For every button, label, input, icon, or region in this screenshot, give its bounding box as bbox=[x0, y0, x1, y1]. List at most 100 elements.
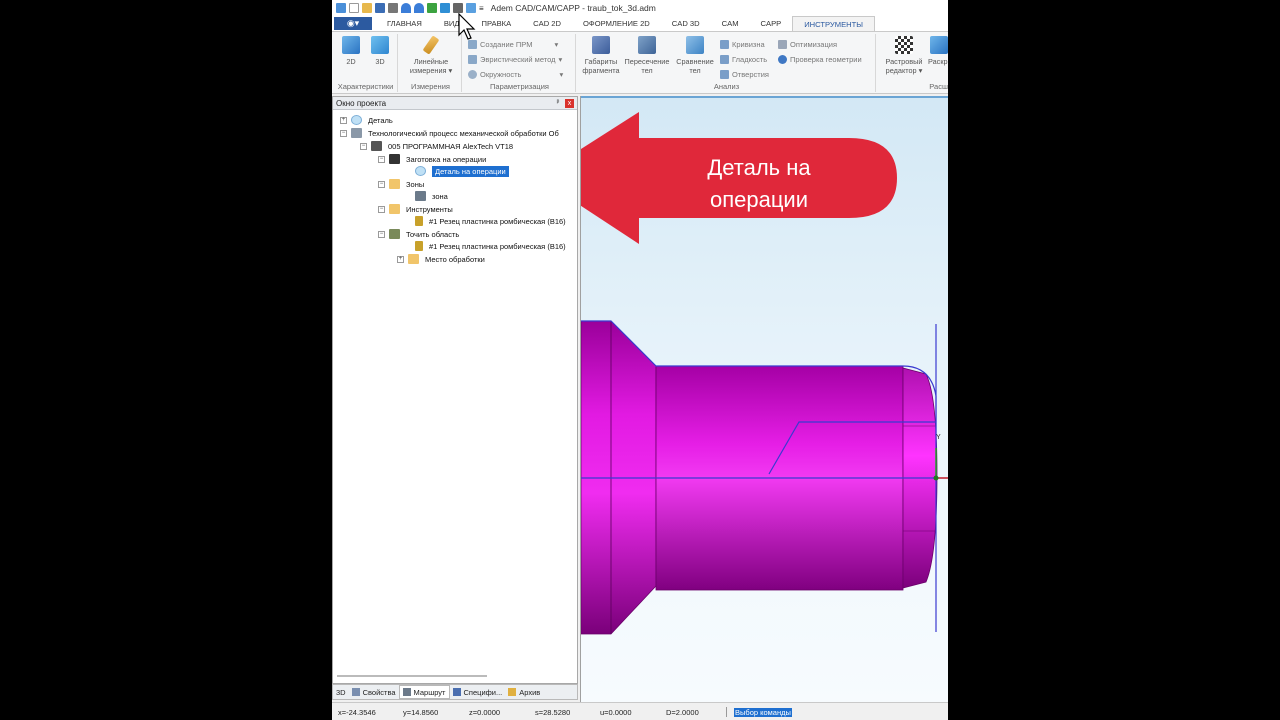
tree-node-operation[interactable]: − 005 ПРОГРАММНАЯ AlexTech VT18 bbox=[360, 140, 513, 152]
tab-capp[interactable]: CAPP bbox=[750, 16, 793, 31]
status-separator bbox=[726, 707, 727, 717]
body-compare-button[interactable]: Сравнение тел bbox=[672, 36, 718, 75]
render-icon[interactable] bbox=[453, 3, 463, 13]
char-2d-button[interactable]: 2D bbox=[340, 36, 362, 66]
blank-icon bbox=[389, 154, 400, 164]
optimization-button[interactable]: Оптимизация bbox=[778, 38, 837, 50]
tab-cad3d[interactable]: CAD 3D bbox=[661, 16, 711, 31]
new-file-icon[interactable] bbox=[349, 3, 359, 13]
expand-icon[interactable]: + bbox=[340, 116, 347, 124]
ribbon: 2D 3D Характеристики Линейные измерения … bbox=[332, 32, 948, 94]
curvature-button[interactable]: Кривизна bbox=[720, 38, 765, 50]
group-measurements-label: Измерения bbox=[411, 82, 450, 91]
group-parametrization-label: Параметризация bbox=[490, 82, 549, 91]
tree-node-detail[interactable]: + Деталь bbox=[340, 114, 393, 126]
tree-node-machining-place[interactable]: + Место обработки bbox=[397, 253, 485, 265]
machine-icon bbox=[371, 141, 382, 151]
status-z: z=0.0000 bbox=[469, 708, 501, 717]
body-intersection-button[interactable]: Пересечение тел bbox=[622, 36, 672, 75]
undo-icon[interactable] bbox=[401, 3, 411, 13]
tab-3d[interactable]: 3D bbox=[333, 685, 349, 699]
tree-node-blank[interactable]: − Заготовка на операции bbox=[378, 153, 486, 165]
collapse-icon[interactable]: − bbox=[378, 155, 385, 163]
pin-icon[interactable]: ᵖ bbox=[554, 99, 562, 107]
tree-node-zones[interactable]: − Зоны bbox=[378, 178, 424, 190]
panel-bottom-tabs: 3D Свойства Маршрут Специфи... Архив bbox=[332, 684, 578, 700]
process-icon bbox=[351, 128, 362, 138]
tab-drafting2d[interactable]: ОФОРМЛЕНИЕ 2D bbox=[572, 16, 661, 31]
quick-access-menu-icon[interactable]: ≡ bbox=[479, 4, 484, 13]
group-analysis-label: Анализ bbox=[713, 82, 740, 91]
tab-archive[interactable]: Архив bbox=[505, 685, 543, 699]
horizontal-scrollbar[interactable] bbox=[337, 675, 487, 677]
status-y: y=14.8560 bbox=[403, 708, 439, 717]
body-intersection-icon bbox=[638, 36, 656, 54]
raster-editor-icon bbox=[895, 36, 913, 54]
route-icon bbox=[402, 688, 411, 696]
project-panel-header: Окно проекта ᵖ x bbox=[333, 97, 577, 110]
raster-editor-button[interactable]: Растровый редактор ▾ bbox=[880, 36, 928, 75]
status-u: u=0.0000 bbox=[600, 708, 632, 717]
viewport-3d[interactable]: Y Деталь на операции bbox=[580, 96, 948, 702]
mouse-cursor-icon bbox=[458, 13, 476, 40]
heuristic-method-button[interactable]: Эвристический метод ▾ bbox=[468, 53, 562, 65]
create-prm-button[interactable]: Создание ПРМ ▾ bbox=[468, 38, 558, 50]
cut-icon bbox=[930, 36, 948, 54]
collapse-icon[interactable]: − bbox=[360, 142, 367, 150]
tab-home[interactable]: ГЛАВНАЯ bbox=[376, 16, 433, 31]
fragment-bounds-button[interactable]: Габариты фрагмента bbox=[580, 36, 622, 75]
origin-point bbox=[933, 475, 939, 481]
smoothness-button[interactable]: Гладкость bbox=[720, 53, 767, 65]
optimization-icon bbox=[778, 39, 787, 49]
tab-specification[interactable]: Специфи... bbox=[450, 685, 506, 699]
app-menu-icon: ◉▾ bbox=[346, 18, 360, 28]
window-title: Adem CAD/CAM/CAPP - traub_tok_3d.adm bbox=[490, 3, 656, 13]
tab-tools[interactable]: ИНСТРУМЕНТЫ bbox=[792, 16, 875, 31]
tree-node-part-on-operation[interactable]: Деталь на операции bbox=[415, 165, 509, 177]
char-2d-icon bbox=[342, 36, 360, 54]
project-panel-title: Окно проекта bbox=[336, 98, 387, 108]
part-icon bbox=[415, 166, 426, 176]
close-icon[interactable]: x bbox=[565, 98, 574, 108]
expand-icon[interactable]: + bbox=[397, 255, 404, 263]
tab-route[interactable]: Маршрут bbox=[398, 685, 450, 699]
screen-icon[interactable] bbox=[466, 3, 476, 13]
tree-node-turn-area[interactable]: − Точить область bbox=[378, 228, 459, 240]
tree-node-tool-1[interactable]: #1 Резец пластинка ромбическая (В16) bbox=[415, 215, 566, 227]
group-analysis: Габариты фрагмента Пересечение тел Сравн… bbox=[578, 34, 876, 92]
save-icon[interactable] bbox=[375, 3, 385, 13]
redo-icon[interactable] bbox=[414, 3, 424, 13]
holes-button[interactable]: Отверстия bbox=[720, 68, 769, 80]
tab-cam[interactable]: CAM bbox=[711, 16, 750, 31]
import-icon[interactable] bbox=[440, 3, 450, 13]
app-logo-icon[interactable] bbox=[336, 3, 346, 13]
curvature-icon bbox=[720, 39, 729, 49]
tree-node-tools[interactable]: − Инструменты bbox=[378, 203, 453, 215]
status-bar: x=-24.3546 y=14.8560 z=0.0000 s=28.5280 … bbox=[332, 702, 948, 720]
tree-node-process[interactable]: − Технологический процесс механической о… bbox=[340, 127, 559, 139]
status-d: D=2.0000 bbox=[666, 708, 699, 717]
char-3d-button[interactable]: 3D bbox=[369, 36, 391, 66]
tree-node-tool-2[interactable]: #1 Резец пластинка ромбическая (В16) bbox=[415, 240, 566, 252]
tree-node-zone[interactable]: зона bbox=[415, 190, 448, 202]
tab-properties[interactable]: Свойства bbox=[349, 685, 399, 699]
collapse-icon[interactable]: − bbox=[378, 205, 385, 213]
folder-icon bbox=[408, 254, 419, 264]
collapse-icon[interactable]: − bbox=[378, 230, 385, 238]
group-raster-label: Расш bbox=[929, 82, 948, 91]
smoothness-icon bbox=[720, 54, 729, 64]
status-x: x=-24.3546 bbox=[338, 708, 376, 717]
export-icon[interactable] bbox=[427, 3, 437, 13]
linear-measure-button[interactable]: Линейные измерения ▾ bbox=[404, 35, 458, 75]
app-menu-button[interactable]: ◉▾ bbox=[334, 17, 372, 30]
open-folder-icon[interactable] bbox=[362, 3, 372, 13]
collapse-icon[interactable]: − bbox=[340, 129, 347, 137]
status-s: s=28.5280 bbox=[535, 708, 571, 717]
tab-edit[interactable]: ПРАВКА bbox=[471, 16, 523, 31]
geometry-check-button[interactable]: Проверка геометрии bbox=[778, 53, 862, 65]
collapse-icon[interactable]: − bbox=[378, 180, 385, 188]
print-icon[interactable] bbox=[388, 3, 398, 13]
cut-button[interactable]: Раскр bbox=[928, 36, 948, 66]
circle-button[interactable]: Окружность ▾ bbox=[468, 68, 563, 80]
tab-cad2d[interactable]: CAD 2D bbox=[522, 16, 572, 31]
